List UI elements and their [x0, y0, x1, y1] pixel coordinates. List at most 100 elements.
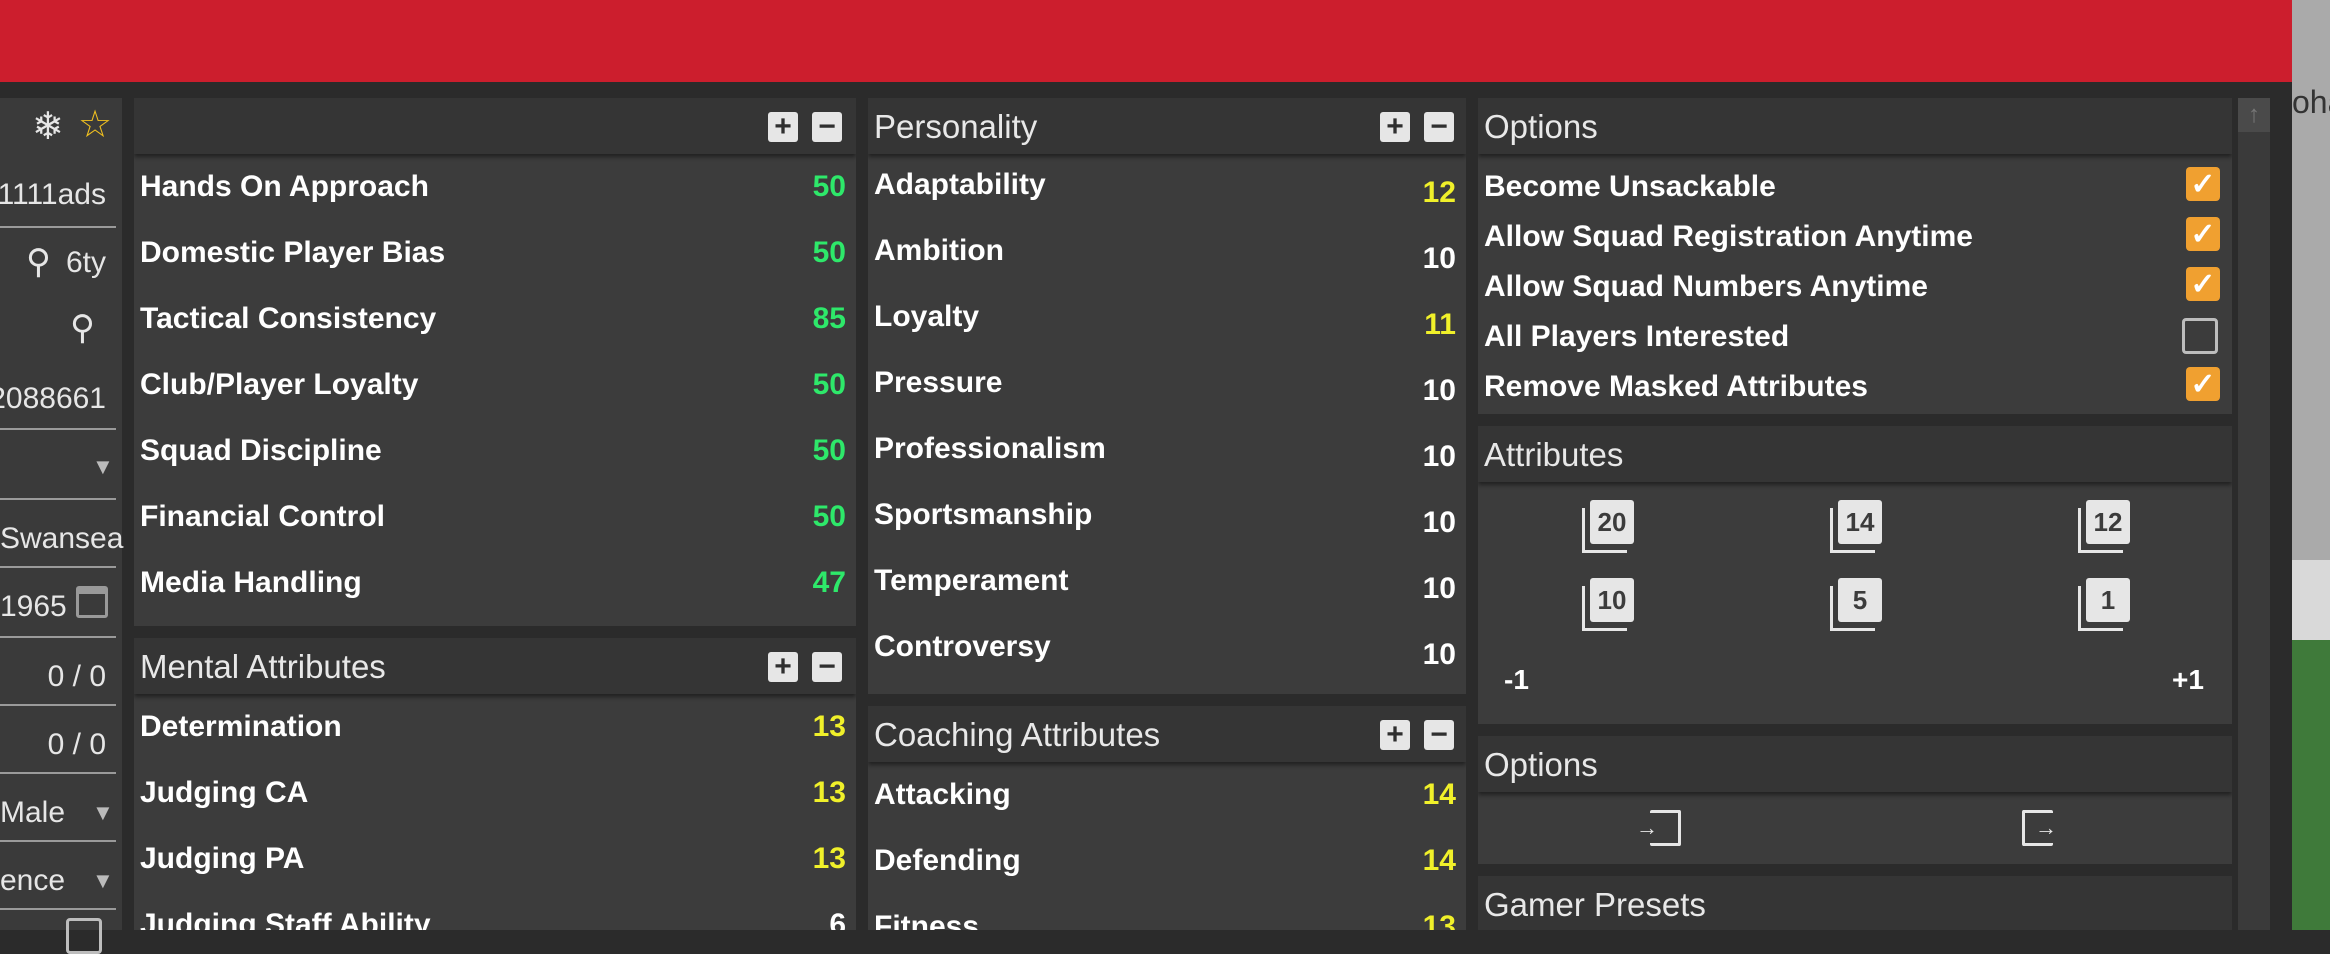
attribute-value[interactable]: 10 [1423, 572, 1456, 606]
panel-header: Gamer Presets [1478, 876, 2232, 930]
counter-field[interactable]: 0 / 0 [48, 660, 106, 694]
chevron-down-icon[interactable]: ▼ [92, 800, 114, 826]
divider [0, 704, 116, 706]
personality-row: Pressure 10 [868, 354, 1466, 420]
field-6ty[interactable]: 6ty [66, 246, 106, 280]
attribute-value[interactable]: 14 [1423, 844, 1456, 878]
attribute-value[interactable]: 13 [1423, 910, 1456, 930]
attribute-label: Temperament [874, 564, 1069, 597]
attribute-value[interactable]: 50 [813, 236, 846, 270]
chevron-down-icon[interactable]: ▼ [92, 454, 114, 480]
attribute-label: Ambition [874, 234, 1004, 267]
attribute-label: Financial Control [140, 500, 386, 533]
star-icon[interactable]: ☆ [78, 102, 112, 147]
attribute-value[interactable]: 50 [813, 368, 846, 402]
attribute-label: Sportsmanship [874, 498, 1093, 531]
checkbox-checked[interactable]: ✓ [2186, 367, 2220, 401]
panel-header: + − [134, 98, 856, 154]
attribute-value[interactable]: 10 [1423, 374, 1456, 408]
attribute-value[interactable]: 14 [1423, 778, 1456, 812]
attribute-value[interactable]: 47 [813, 566, 846, 600]
collapse-button[interactable]: − [1424, 112, 1454, 142]
option-row[interactable]: Allow Squad Numbers Anytime ✓ [1478, 262, 2232, 312]
attribute-value[interactable]: 12 [1423, 176, 1456, 210]
stack-label: 10 [1590, 578, 1634, 622]
expand-button[interactable]: + [1380, 720, 1410, 750]
attribute-label: Hands On Approach [140, 170, 429, 203]
scroll-up-arrow-icon[interactable]: ↑ [2238, 98, 2270, 132]
option-row[interactable]: Become Unsackable ✓ [1478, 162, 2232, 212]
attribute-value[interactable]: 50 [813, 170, 846, 204]
expand-button[interactable]: + [1380, 112, 1410, 142]
field-1111ads[interactable]: 1111ads [0, 178, 106, 212]
attribute-value[interactable]: 10 [1423, 440, 1456, 474]
attribute-value[interactable]: 85 [813, 302, 846, 336]
set-5-icon[interactable]: 5 [1830, 578, 1882, 631]
panel-header: Options [1478, 98, 2232, 154]
attribute-label: Controversy [874, 630, 1051, 663]
checkbox-checked[interactable]: ✓ [2186, 217, 2220, 251]
options-panel-2: Options → → [1478, 736, 2232, 864]
search-icon[interactable]: ⚲ [26, 242, 51, 282]
attribute-value[interactable]: 13 [813, 710, 846, 744]
expand-button[interactable]: + [768, 652, 798, 682]
vertical-scrollbar[interactable]: ↑ [2238, 98, 2270, 930]
attribute-label: Judging Staff Ability [140, 908, 431, 930]
gender-select[interactable]: Male [0, 796, 65, 830]
decrement-button[interactable]: -1 [1504, 664, 1529, 696]
collapse-button[interactable]: − [1424, 720, 1454, 750]
city-field[interactable]: Swansea [0, 522, 123, 556]
attribute-value[interactable]: 11 [1424, 308, 1456, 342]
personality-row: Loyalty 11 [868, 288, 1466, 354]
checkbox[interactable] [66, 918, 102, 954]
stack-label: 5 [1838, 578, 1882, 622]
checkbox-checked[interactable]: ✓ [2186, 167, 2220, 201]
export-arrow: → [2035, 815, 2057, 840]
increment-button[interactable]: +1 [2172, 664, 2204, 696]
attribute-value[interactable]: 50 [813, 434, 846, 468]
collapse-button[interactable]: − [812, 112, 842, 142]
field-id[interactable]: 2088661 [0, 382, 106, 416]
attribute-label: Determination [140, 710, 342, 743]
divider [0, 428, 116, 430]
option-row[interactable]: Remove Masked Attributes ✓ [1478, 362, 2232, 412]
year-field[interactable]: 1965 [0, 590, 67, 624]
checkbox-checked[interactable]: ✓ [2186, 267, 2220, 301]
counter-field[interactable]: 0 / 0 [48, 728, 106, 762]
collapse-button[interactable]: − [812, 652, 842, 682]
attribute-value[interactable]: 10 [1423, 638, 1456, 672]
option-row[interactable]: Allow Squad Registration Anytime ✓ [1478, 212, 2232, 262]
attribute-value[interactable]: 50 [813, 500, 846, 534]
expand-button[interactable]: + [768, 112, 798, 142]
search-icon[interactable]: ⚲ [70, 308, 95, 348]
checkbox-unchecked[interactable] [2182, 318, 2218, 354]
preference-select[interactable]: ence [0, 864, 65, 898]
chevron-down-icon[interactable]: ▼ [92, 868, 114, 894]
option-row[interactable]: All Players Interested [1478, 312, 2232, 362]
panel-title: Options [1484, 746, 1598, 783]
import-icon[interactable]: → [1636, 810, 1681, 846]
gamer-presets-panel: Gamer Presets [1478, 876, 2232, 930]
set-10-icon[interactable]: 10 [1582, 578, 1634, 631]
attribute-value[interactable]: 10 [1423, 242, 1456, 276]
attribute-value[interactable]: 13 [813, 842, 846, 876]
attribute-value[interactable]: 6 [829, 908, 846, 930]
divider [0, 498, 116, 500]
option-label: Become Unsackable [1484, 170, 1776, 203]
export-icon[interactable]: → [2022, 810, 2057, 846]
calendar-icon[interactable] [76, 586, 108, 618]
panel-title: Gamer Presets [1484, 886, 1706, 923]
set-12-icon[interactable]: 12 [2078, 500, 2130, 553]
set-1-icon[interactable]: 1 [2078, 578, 2130, 631]
attribute-value[interactable]: 13 [813, 776, 846, 810]
panel-header: Personality + − [868, 98, 1466, 154]
panel-header: Options [1478, 736, 2232, 792]
set-14-icon[interactable]: 14 [1830, 500, 1882, 553]
attribute-value[interactable]: 10 [1423, 506, 1456, 540]
divider [0, 226, 116, 228]
snowflake-icon[interactable]: ❄ [32, 104, 64, 149]
attribute-label: Tactical Consistency [140, 302, 437, 335]
set-20-icon[interactable]: 20 [1582, 500, 1634, 553]
personality-row: Ambition 10 [868, 222, 1466, 288]
attribute-label: Squad Discipline [140, 434, 382, 467]
